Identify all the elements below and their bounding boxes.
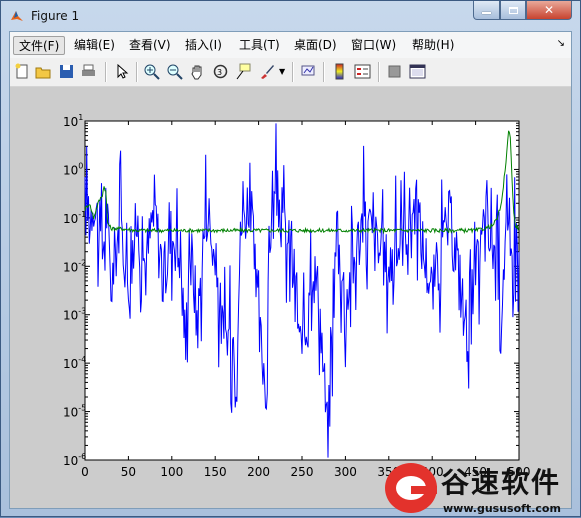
window-title: Figure 1: [31, 9, 80, 23]
print-icon[interactable]: [80, 63, 97, 80]
x-tick-label: 300: [334, 465, 357, 479]
show-plot-tools-icon[interactable]: [409, 63, 426, 80]
data-cursor-icon[interactable]: [235, 63, 252, 80]
menu-dock-arrow-icon[interactable]: ↘: [557, 38, 565, 49]
x-tick-label: 200: [247, 465, 270, 479]
title-bar[interactable]: Figure 1 ✕: [1, 1, 580, 31]
y-tick-label: 10-3: [63, 307, 86, 323]
watermark-text: 谷速软件: [441, 466, 562, 499]
menu-edit[interactable]: 编辑(E): [69, 36, 120, 55]
menu-help[interactable]: 帮助(H): [407, 36, 459, 55]
figure-client: 文件(F) 编辑(E) 查看(V) 插入(I) 工具(T) 桌面(D) 窗口(W…: [9, 31, 572, 509]
figure-window: Figure 1 ✕ 文件(F) 编辑(E) 查看(V) 插入(I) 工具(T)…: [0, 0, 581, 517]
x-tick-label: 150: [204, 465, 227, 479]
y-tick-label: 10-1: [63, 210, 86, 226]
maximize-button[interactable]: [500, 1, 526, 20]
minimize-button[interactable]: [473, 1, 500, 20]
y-tick-label: 100: [63, 161, 83, 177]
menu-bar: 文件(F) 编辑(E) 查看(V) 插入(I) 工具(T) 桌面(D) 窗口(W…: [10, 32, 571, 58]
link-plot-icon[interactable]: [300, 63, 317, 80]
colorbar-icon[interactable]: [331, 63, 348, 80]
menu-desktop[interactable]: 桌面(D): [289, 36, 342, 55]
minimize-icon: [482, 12, 491, 14]
rotate-3d-icon[interactable]: 3: [212, 63, 229, 80]
y-tick-label: 10-2: [63, 258, 86, 274]
y-tick-label: 101: [63, 113, 83, 129]
menu-view[interactable]: 查看(V): [124, 36, 176, 55]
menu-window[interactable]: 窗口(W): [346, 36, 401, 55]
y-tick-labels: 10110010-110-210-310-410-510-6: [63, 113, 86, 468]
zoom-in-icon[interactable]: [143, 63, 160, 80]
close-icon: ✕: [543, 3, 555, 17]
watermark-logo-icon: [385, 463, 437, 513]
menu-insert[interactable]: 插入(I): [180, 36, 227, 55]
menu-tools[interactable]: 工具(T): [234, 36, 285, 55]
hide-plot-tools-icon[interactable]: [386, 63, 403, 80]
plot-svg: 0 50 100 150 200 250 300 350 400 450 500 10110010-…: [63, 113, 530, 479]
save-icon[interactable]: [58, 63, 75, 80]
watermark: 谷速软件 www.gususoft.com: [385, 459, 581, 518]
edit-plot-arrow-icon[interactable]: [113, 63, 130, 80]
figure-canvas: 0 50 100 150 200 250 300 350 400 450 500 101 100 10-…: [10, 87, 571, 508]
pan-hand-icon[interactable]: [189, 63, 206, 80]
zoom-out-icon[interactable]: [166, 63, 183, 80]
close-button[interactable]: ✕: [526, 1, 572, 20]
figure-toolbar: 3 ▼: [10, 58, 571, 87]
svg-text:3: 3: [217, 68, 222, 77]
brush-icon[interactable]: [258, 63, 275, 80]
watermark-url: www.gususoft.com: [443, 502, 561, 515]
new-figure-icon[interactable]: [14, 63, 31, 80]
brush-dropdown-icon[interactable]: ▼: [279, 63, 285, 80]
y-tick-label: 10-4: [63, 355, 86, 371]
axes-box[interactable]: [84, 120, 520, 461]
y-tick-label: 10-5: [63, 404, 86, 420]
maximize-icon: [508, 6, 518, 14]
open-file-icon[interactable]: [35, 63, 52, 80]
x-tick-label: 250: [291, 465, 314, 479]
matlab-icon: [11, 11, 23, 21]
x-tick-label: 0: [81, 465, 89, 479]
legend-icon[interactable]: [354, 63, 371, 80]
x-tick-label: 50: [121, 465, 136, 479]
menu-file[interactable]: 文件(F): [13, 36, 66, 55]
x-tick-label: 100: [160, 465, 183, 479]
